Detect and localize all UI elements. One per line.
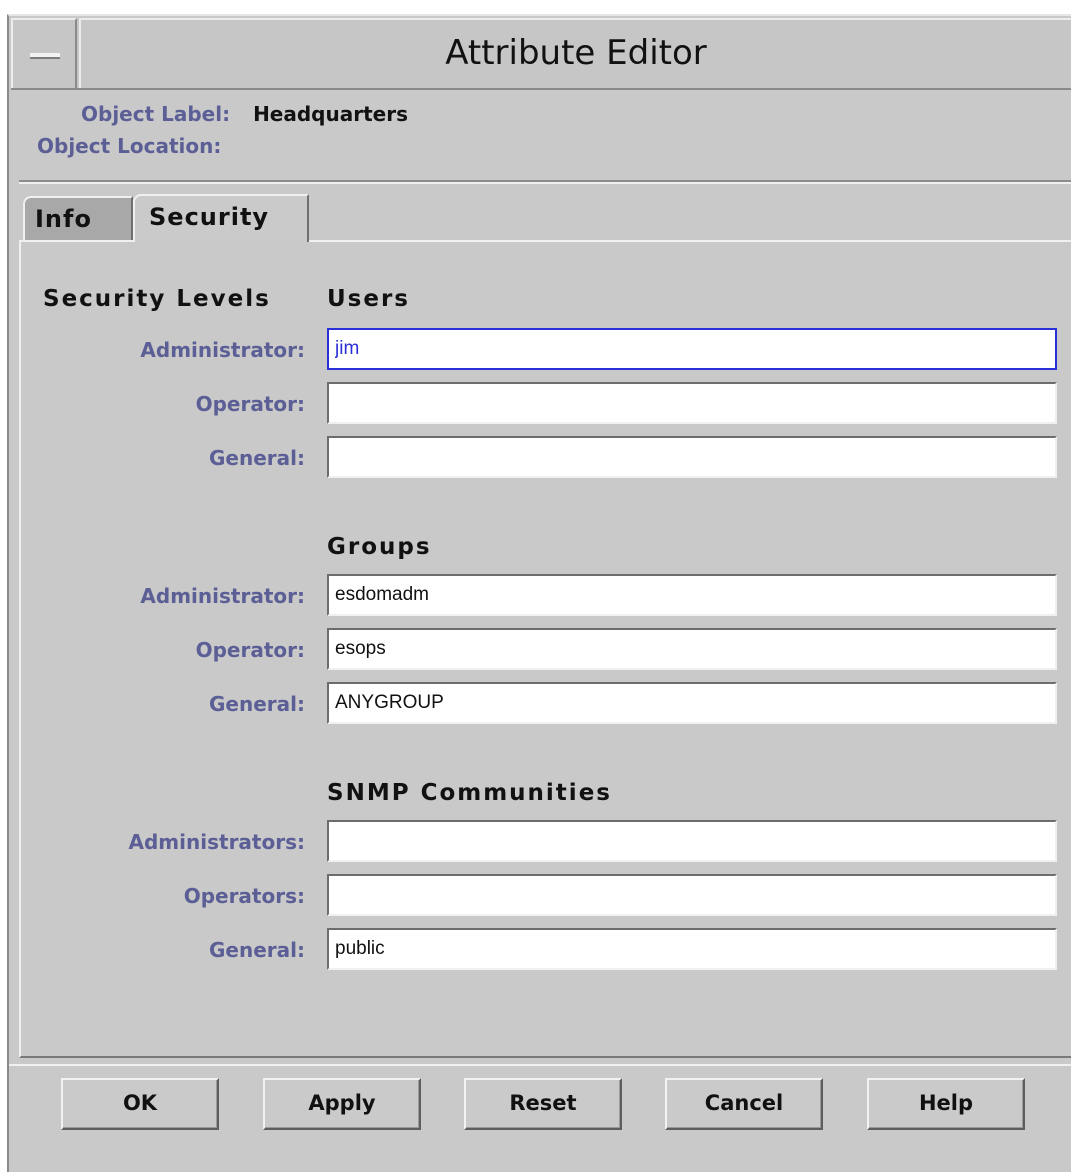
users-administrator-input[interactable]: [327, 328, 1057, 370]
groups-general-input[interactable]: [327, 682, 1057, 724]
cancel-button[interactable]: Cancel: [665, 1078, 823, 1130]
groups-operator-label: Operator:: [195, 638, 305, 662]
snmp-administrators-input[interactable]: [327, 820, 1057, 862]
help-button[interactable]: Help: [867, 1078, 1025, 1130]
object-location-row: Object Location:: [37, 134, 237, 158]
users-general-input[interactable]: [327, 436, 1057, 478]
tab-info[interactable]: Info: [23, 196, 133, 242]
window-menu-button[interactable]: [11, 18, 77, 88]
ok-button[interactable]: OK: [61, 1078, 219, 1130]
header-separator: [19, 180, 1071, 184]
groups-administrator-input[interactable]: [327, 574, 1057, 616]
object-label-value: Headquarters: [253, 102, 408, 126]
users-operator-label: Operator:: [195, 392, 305, 416]
groups-general-label: General:: [209, 692, 305, 716]
title-bar[interactable]: Attribute Editor: [11, 18, 1071, 90]
users-general-label: General:: [209, 446, 305, 470]
users-operator-input[interactable]: [327, 382, 1057, 424]
reset-button[interactable]: Reset: [464, 1078, 622, 1130]
snmp-administrators-label: Administrators:: [128, 830, 305, 854]
object-label-row: Object Label: Headquarters: [81, 102, 408, 126]
groups-operator-input[interactable]: [327, 628, 1057, 670]
tab-security[interactable]: Security: [133, 194, 309, 242]
snmp-general-label: General:: [209, 938, 305, 962]
snmp-general-input[interactable]: [327, 928, 1057, 970]
attribute-editor-window: Attribute Editor Object Label: Headquart…: [7, 14, 1071, 1172]
groups-heading: Groups: [327, 534, 432, 560]
apply-button[interactable]: Apply: [263, 1078, 421, 1130]
snmp-operators-input[interactable]: [327, 874, 1057, 916]
users-heading: Users: [327, 286, 410, 312]
object-location-caption: Object Location:: [37, 134, 222, 158]
window-menu-icon: [30, 53, 60, 59]
snmp-communities-heading: SNMP Communities: [327, 780, 612, 806]
users-administrator-label: Administrator:: [140, 338, 305, 362]
groups-administrator-label: Administrator:: [140, 584, 305, 608]
security-levels-heading: Security Levels: [43, 286, 271, 312]
window-title: Attribute Editor: [79, 18, 1071, 88]
object-label-caption: Object Label:: [81, 102, 231, 126]
snmp-operators-label: Operators:: [183, 884, 305, 908]
